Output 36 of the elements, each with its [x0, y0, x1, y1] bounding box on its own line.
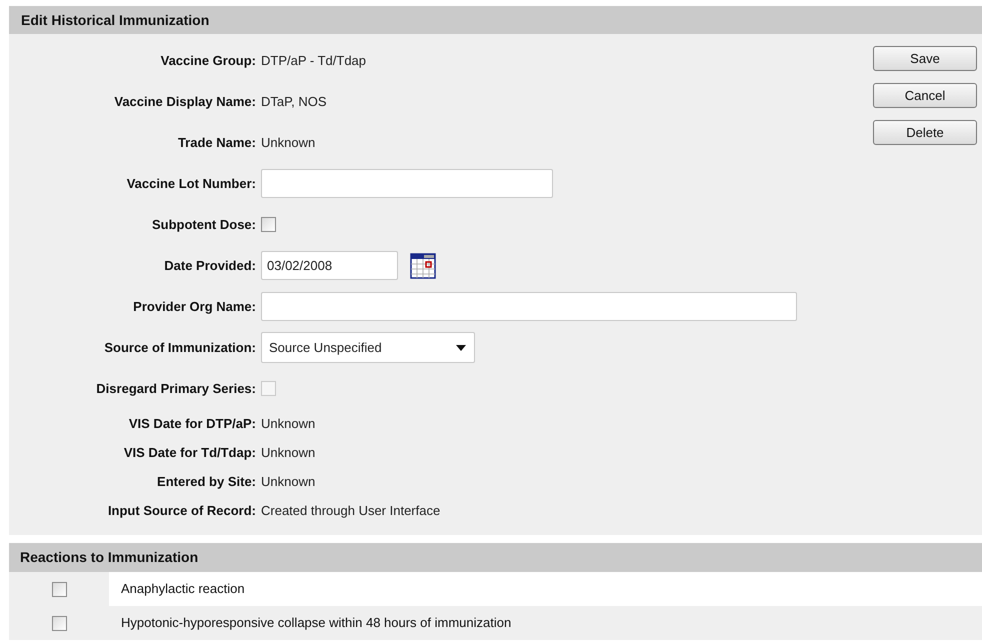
field-label: Vaccine Group:: [160, 52, 256, 68]
field-label: Vaccine Lot Number:: [126, 176, 256, 190]
caret-icon: [456, 344, 466, 350]
field-label: VIS Date for Td/Tdap:: [124, 444, 256, 460]
field-label: Source of Immunization:: [104, 340, 256, 354]
action-button[interactable]: Cancel: [873, 83, 977, 108]
field-label: Subpotent Dose:: [152, 216, 256, 232]
field-label: Entered by Site:: [157, 474, 256, 488]
field-label: Date Provided:: [164, 258, 256, 272]
input-field[interactable]: [261, 169, 553, 198]
field-value: Unknown: [261, 472, 316, 491]
field-label: Disregard Primary Series:: [96, 380, 256, 396]
checkbox[interactable]: [261, 217, 276, 232]
checkbox[interactable]: [52, 616, 66, 630]
field-label: Input Source of Record:: [108, 502, 256, 518]
input-field[interactable]: [261, 292, 797, 321]
field-value: Unknown: [261, 414, 316, 433]
action-button[interactable]: Save: [873, 46, 977, 71]
field-value: DTP/aP - Td/Tdap: [261, 52, 366, 70]
field-value: Unknown: [261, 444, 316, 462]
section-header: Reactions to Immunization: [9, 543, 982, 572]
field-value: DTaP, NOS: [261, 92, 327, 111]
field-label: Vaccine Display Name:: [114, 94, 256, 108]
action-button[interactable]: Delete: [873, 120, 977, 145]
checkbox[interactable]: [52, 582, 66, 596]
field-label: Provider Org Name:: [133, 298, 256, 314]
field-label: VIS Date for DTP/aP:: [128, 416, 256, 430]
source-dropdown[interactable]: Source Unspecified: [261, 332, 475, 363]
field-value: Created through User Interface: [261, 502, 440, 520]
field-label: Trade Name:: [178, 134, 256, 150]
reaction-label: Hypotonic-hyporesponsive collapse within 48 hours of immunization: [120, 614, 512, 632]
field-value: Unknown: [261, 134, 316, 152]
section-header: Edit Historical Immunization: [9, 6, 982, 34]
reaction-label: Anaphylactic reaction: [120, 580, 245, 598]
date-field[interactable]: 03/02/2008: [261, 251, 398, 280]
calendar-icon[interactable]: [410, 252, 436, 278]
